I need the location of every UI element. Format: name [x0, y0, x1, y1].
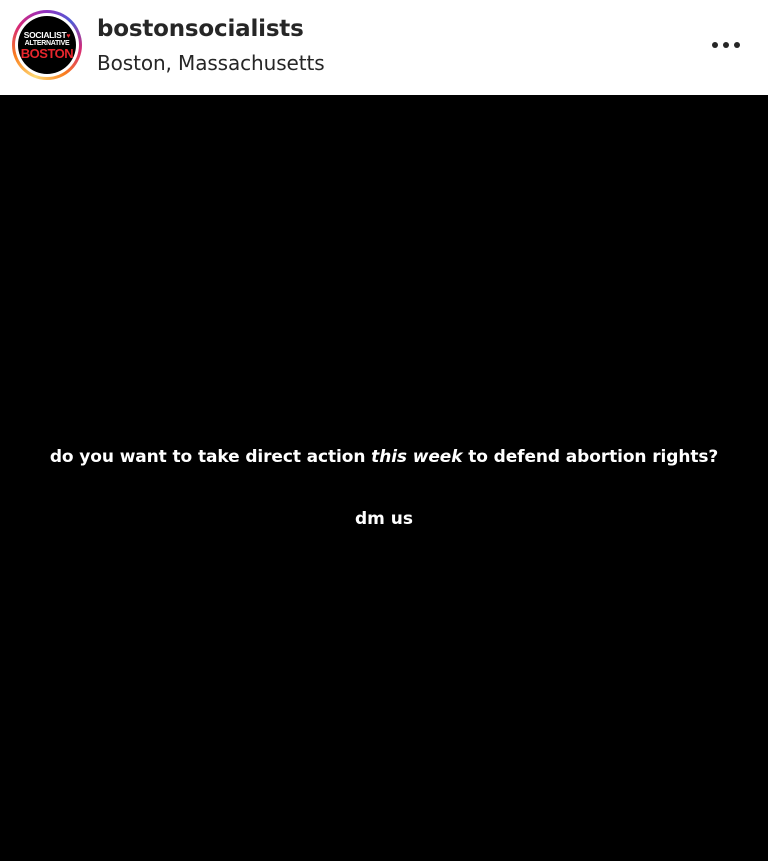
post-header: SOCIALIST♥ ALTERNATIVE BOSTON bostonsoci…	[0, 0, 768, 95]
avatar-logo-line1: SOCIALIST♥	[23, 29, 71, 40]
heart-icon: ♥	[66, 32, 71, 40]
post-text-after: to defend abortion rights?	[462, 447, 719, 467]
more-options-button[interactable]	[706, 29, 746, 61]
more-horizontal-icon	[712, 42, 740, 48]
avatar[interactable]: SOCIALIST♥ ALTERNATIVE BOSTON	[18, 16, 76, 74]
avatar-border: SOCIALIST♥ ALTERNATIVE BOSTON	[15, 13, 79, 77]
location-link[interactable]: Boston, Massachusetts	[97, 51, 325, 75]
post-text-emphasis: this week	[371, 447, 463, 467]
post-text-question: do you want to take direct action this w…	[0, 447, 768, 467]
avatar-logo-line3: BOSTON	[20, 45, 74, 61]
username-link[interactable]: bostonsocialists	[97, 16, 304, 42]
post-text-cta: dm us	[354, 509, 414, 529]
avatar-story-ring[interactable]: SOCIALIST♥ ALTERNATIVE BOSTON	[12, 10, 82, 80]
post-text-before: do you want to take direct action	[49, 447, 372, 467]
post-image[interactable]: do you want to take direct action this w…	[0, 95, 768, 861]
